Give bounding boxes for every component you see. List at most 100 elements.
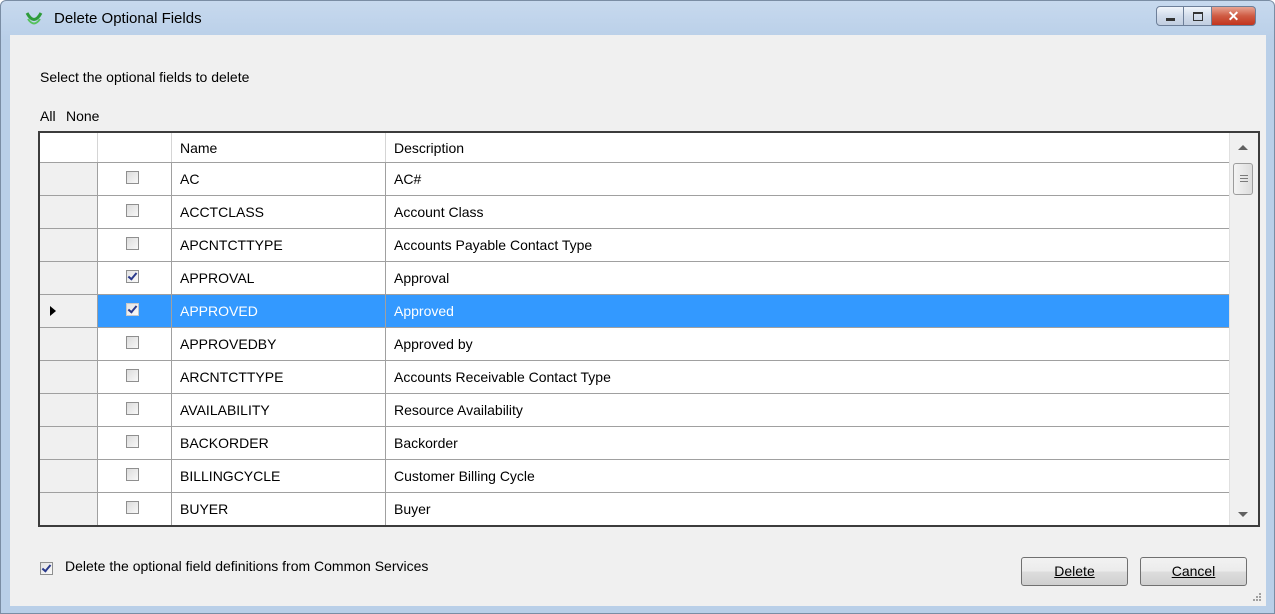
row-checkbox[interactable] bbox=[126, 270, 139, 283]
row-checkbox[interactable] bbox=[126, 468, 139, 481]
row-header[interactable] bbox=[40, 196, 98, 228]
field-name-cell[interactable]: BILLINGCYCLE bbox=[172, 460, 386, 492]
table-row[interactable]: BILLINGCYCLE Customer Billing Cycle bbox=[40, 460, 1230, 493]
column-header-name[interactable]: Name bbox=[172, 133, 386, 162]
field-name-cell[interactable]: APCNTCTTYPE bbox=[172, 229, 386, 261]
delete-definitions-label[interactable]: Delete the optional field definitions fr… bbox=[65, 558, 428, 574]
table-row[interactable]: ACCTCLASS Account Class bbox=[40, 196, 1230, 229]
row-header[interactable] bbox=[40, 295, 98, 327]
field-name-cell[interactable]: ARCNTCTTYPE bbox=[172, 361, 386, 393]
delete-button-label: Delete bbox=[1054, 563, 1095, 579]
row-header[interactable] bbox=[40, 163, 98, 195]
delete-button[interactable]: Delete bbox=[1021, 557, 1128, 586]
row-select-cell bbox=[98, 295, 172, 327]
field-name-cell[interactable]: BACKORDER bbox=[172, 427, 386, 459]
current-row-arrow-icon bbox=[50, 306, 56, 316]
field-name-cell[interactable]: AVAILABILITY bbox=[172, 394, 386, 426]
row-checkbox[interactable] bbox=[126, 336, 139, 349]
row-select-cell bbox=[98, 163, 172, 195]
field-description-cell[interactable]: Account Class bbox=[386, 196, 1230, 228]
caption-buttons: ✕ bbox=[1156, 6, 1256, 26]
field-description-cell[interactable]: Customer Billing Cycle bbox=[386, 460, 1230, 492]
field-description-cell[interactable]: Approved bbox=[386, 295, 1230, 327]
field-description-cell[interactable]: Approval bbox=[386, 262, 1230, 294]
maximize-button[interactable] bbox=[1184, 6, 1212, 26]
row-select-cell bbox=[98, 229, 172, 261]
table-row[interactable]: APPROVEDBY Approved by bbox=[40, 328, 1230, 361]
field-description-cell[interactable]: Approved by bbox=[386, 328, 1230, 360]
close-icon: ✕ bbox=[1227, 7, 1240, 24]
row-header[interactable] bbox=[40, 427, 98, 459]
grip-line bbox=[1240, 175, 1248, 176]
table-row[interactable]: APPROVAL Approval bbox=[40, 262, 1230, 295]
row-checkbox[interactable] bbox=[126, 402, 139, 415]
field-description-cell[interactable]: Backorder bbox=[386, 427, 1230, 459]
row-header[interactable] bbox=[40, 229, 98, 261]
row-select-cell bbox=[98, 328, 172, 360]
minimize-icon bbox=[1165, 17, 1175, 21]
field-description-cell[interactable]: Resource Availability bbox=[386, 394, 1230, 426]
field-description-cell[interactable]: Accounts Receivable Contact Type bbox=[386, 361, 1230, 393]
select-none-link[interactable]: None bbox=[66, 108, 99, 124]
row-header[interactable] bbox=[40, 262, 98, 294]
field-description-cell[interactable]: Buyer bbox=[386, 493, 1230, 525]
table-row[interactable]: AVAILABILITY Resource Availability bbox=[40, 394, 1230, 427]
row-checkbox[interactable] bbox=[126, 237, 139, 250]
delete-definitions-checkbox[interactable] bbox=[40, 562, 53, 575]
row-checkbox[interactable] bbox=[126, 369, 139, 382]
minimize-button[interactable] bbox=[1156, 6, 1184, 26]
field-name-cell[interactable]: APPROVAL bbox=[172, 262, 386, 294]
field-description-cell[interactable]: Accounts Payable Contact Type bbox=[386, 229, 1230, 261]
optional-fields-grid[interactable]: Name Description AC AC# ACCTCLASS Account C… bbox=[38, 131, 1260, 527]
table-row[interactable]: BACKORDER Backorder bbox=[40, 427, 1230, 460]
row-select-cell bbox=[98, 262, 172, 294]
row-header[interactable] bbox=[40, 493, 98, 525]
scroll-down-arrow-icon[interactable] bbox=[1238, 512, 1248, 517]
row-select-cell bbox=[98, 427, 172, 459]
row-checkbox[interactable] bbox=[126, 171, 139, 184]
row-select-cell bbox=[98, 361, 172, 393]
row-checkbox[interactable] bbox=[126, 204, 139, 217]
row-checkbox[interactable] bbox=[126, 303, 139, 316]
resize-grip-icon[interactable] bbox=[1252, 592, 1262, 602]
field-name-cell[interactable]: BUYER bbox=[172, 493, 386, 525]
grid-header: Name Description bbox=[40, 133, 1230, 163]
column-header-description[interactable]: Description bbox=[386, 133, 1230, 162]
row-select-cell bbox=[98, 460, 172, 492]
cancel-button[interactable]: Cancel bbox=[1140, 557, 1247, 586]
green-swirl-app-icon bbox=[25, 12, 43, 25]
row-checkbox[interactable] bbox=[126, 501, 139, 514]
scroll-up-arrow-icon[interactable] bbox=[1238, 145, 1248, 150]
row-header-corner bbox=[40, 133, 98, 162]
field-name-cell[interactable]: ACCTCLASS bbox=[172, 196, 386, 228]
row-header[interactable] bbox=[40, 361, 98, 393]
row-header[interactable] bbox=[40, 328, 98, 360]
maximize-icon bbox=[1192, 11, 1203, 21]
field-name-cell[interactable]: APPROVED bbox=[172, 295, 386, 327]
row-select-cell bbox=[98, 493, 172, 525]
table-row[interactable]: BUYER Buyer bbox=[40, 493, 1230, 525]
table-row[interactable]: APCNTCTTYPE Accounts Payable Contact Type bbox=[40, 229, 1230, 262]
table-row[interactable]: APPROVED Approved bbox=[40, 295, 1230, 328]
column-header-select[interactable] bbox=[98, 133, 172, 162]
scrollbar-thumb[interactable] bbox=[1233, 163, 1253, 195]
row-checkbox[interactable] bbox=[126, 435, 139, 448]
cancel-button-label: Cancel bbox=[1171, 563, 1216, 579]
dialog-client-area: Select the optional fields to delete All… bbox=[10, 35, 1266, 606]
row-header[interactable] bbox=[40, 394, 98, 426]
grip-line bbox=[1240, 178, 1248, 179]
grid-body: Name Description AC AC# ACCTCLASS Account C… bbox=[40, 133, 1230, 525]
table-row[interactable]: ARCNTCTTYPE Accounts Receivable Contact T… bbox=[40, 361, 1230, 394]
select-all-link[interactable]: All bbox=[40, 108, 56, 124]
vertical-scrollbar[interactable] bbox=[1229, 133, 1258, 525]
row-select-cell bbox=[98, 394, 172, 426]
dialog-window: Delete Optional Fields ✕ Select the opti… bbox=[0, 0, 1275, 614]
grip-line bbox=[1240, 181, 1248, 182]
close-button[interactable]: ✕ bbox=[1212, 6, 1256, 26]
field-name-cell[interactable]: AC bbox=[172, 163, 386, 195]
title-bar[interactable]: Delete Optional Fields ✕ bbox=[1, 1, 1274, 35]
field-description-cell[interactable]: AC# bbox=[386, 163, 1230, 195]
table-row[interactable]: AC AC# bbox=[40, 163, 1230, 196]
field-name-cell[interactable]: APPROVEDBY bbox=[172, 328, 386, 360]
row-header[interactable] bbox=[40, 460, 98, 492]
